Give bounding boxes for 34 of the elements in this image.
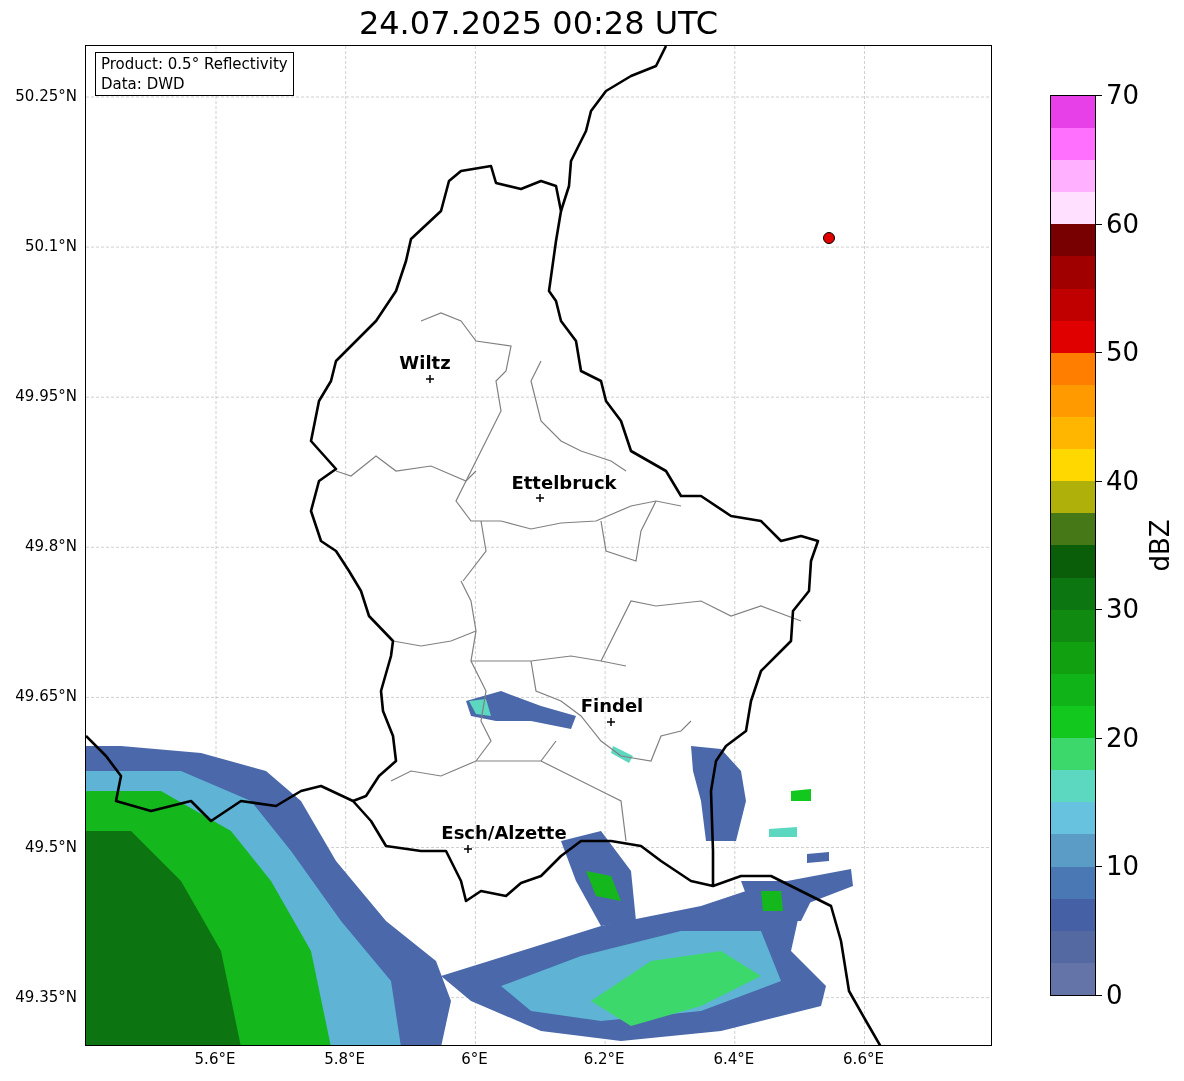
axis-tick-label: 49.8°N [24, 537, 77, 556]
axis-tick-label: 50.1°N [24, 237, 77, 256]
axis-tick-label: 49.5°N [24, 837, 77, 856]
city-marker-icon [535, 493, 545, 503]
axis-tick-label: 49.95°N [15, 387, 77, 406]
info-text: Product: 0.5° Reflectivity [101, 54, 288, 74]
colorbar-tick-label: 60 [1106, 208, 1140, 239]
info-text: Data: DWD [101, 74, 186, 94]
city-label: Ettelbruck [511, 473, 617, 493]
station-marker-icon [823, 232, 835, 244]
axis-tick-label: 5.8°E [324, 1050, 366, 1068]
chart-title: 24.07.2025 00:28 UTC [358, 6, 719, 39]
colorbar-tick-label: 40 [1106, 465, 1140, 496]
city-marker-icon [425, 374, 435, 384]
axis-tick-label: 6°E [461, 1050, 488, 1068]
axis-tick-label: 6.2°E [583, 1050, 625, 1068]
city-label: Findel [580, 696, 644, 716]
axis-tick-label: 49.65°N [15, 687, 77, 706]
colorbar-tick-label: 10 [1106, 851, 1140, 882]
city-label: Wiltz [399, 353, 451, 373]
axis-tick-label: 5.6°E [194, 1050, 236, 1068]
colorbar-tick-label: 20 [1106, 722, 1140, 753]
axis-tick-label: 50.25°N [15, 87, 77, 105]
axis-tick-label: 49.35°N [15, 987, 77, 1006]
city-marker-icon [463, 844, 473, 854]
colorbar-tick-label: 30 [1106, 594, 1140, 625]
colorbar-tick-label: 70 [1106, 80, 1140, 110]
city-marker-icon [606, 717, 616, 727]
axis-tick-label: 6.6°E [843, 1050, 884, 1068]
colorbar-tick-label: 0 [1106, 980, 1123, 1010]
axis-tick-label: 6.4°E [713, 1050, 755, 1068]
colorbar-tick-label: 50 [1106, 337, 1140, 368]
colorbar-label: dBZ [1143, 518, 1176, 572]
city-label: Esch/Alzette [441, 823, 567, 843]
